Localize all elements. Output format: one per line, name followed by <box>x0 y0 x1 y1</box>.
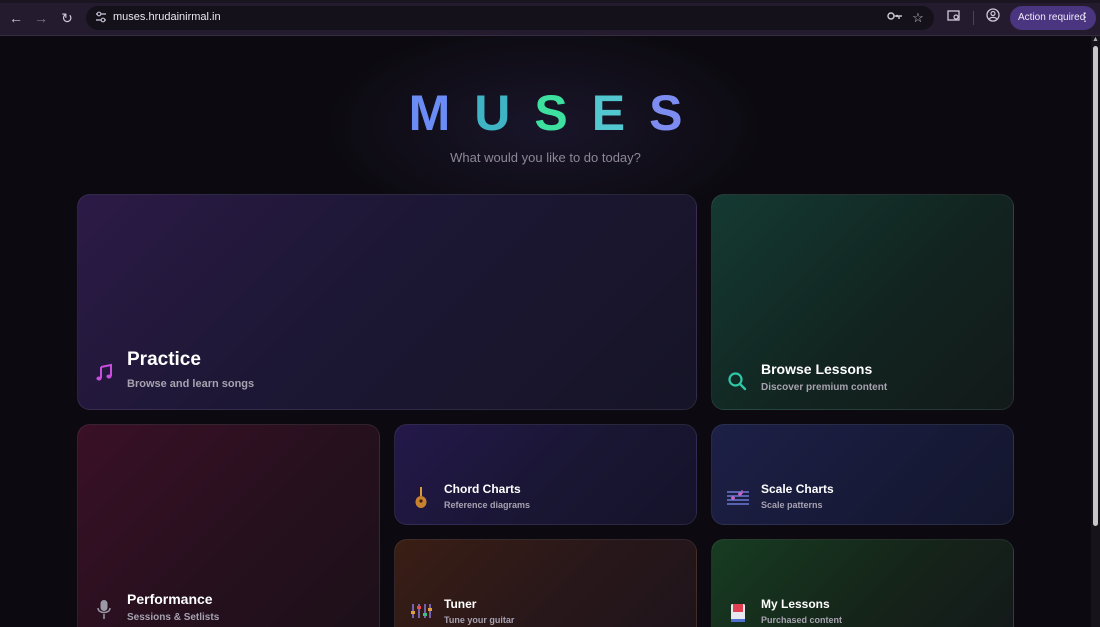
logo-letter: E <box>591 85 650 141</box>
page-subtitle: What would you like to do today? <box>450 150 641 165</box>
search-icon <box>727 371 747 391</box>
page-scrollbar[interactable]: ▲ <box>1091 36 1100 627</box>
browse-lessons-card[interactable]: Browse Lessons Discover premium content <box>711 194 1014 410</box>
tune-icon[interactable] <box>93 10 109 26</box>
card-description: Sessions & Setlists <box>127 612 220 623</box>
chord-charts-card[interactable]: Chord Charts Reference diagrams <box>394 424 697 525</box>
star-icon[interactable]: ☆ <box>909 9 927 27</box>
card-description: Scale patterns <box>761 500 823 510</box>
action-required-button[interactable]: Action required ⋮ <box>1010 6 1096 30</box>
tab-strip <box>0 0 1100 3</box>
kebab-menu-icon[interactable]: ⋮ <box>1079 10 1091 24</box>
card-title: Performance <box>127 591 213 607</box>
scale-charts-card[interactable]: Scale Charts Scale patterns <box>711 424 1014 525</box>
key-icon[interactable] <box>886 9 904 27</box>
card-description: Purchased content <box>761 615 843 625</box>
scroll-up-icon[interactable]: ▲ <box>1092 36 1099 43</box>
card-title: Tuner <box>444 597 477 611</box>
muses-logo: MUSES <box>0 84 1091 142</box>
scrollbar-thumb[interactable] <box>1093 46 1098 526</box>
card-description: Discover premium content <box>761 382 888 393</box>
url-text[interactable]: muses.hrudainirmal.in <box>113 11 221 23</box>
logo-letter: S <box>534 85 592 141</box>
logo-letter: M <box>408 85 475 141</box>
action-required-label: Action required <box>1018 12 1086 23</box>
address-bar[interactable]: muses.hrudainirmal.in ☆ <box>86 6 934 30</box>
tab-search-icon[interactable] <box>944 8 964 28</box>
card-title: Practice <box>127 349 201 370</box>
my-lessons-card[interactable]: My Lessons Purchased content <box>711 539 1014 627</box>
music-note-icon <box>94 363 114 383</box>
level-sliders-icon <box>410 602 432 620</box>
card-title: Scale Charts <box>761 482 834 496</box>
card-title: Browse Lessons <box>761 361 873 377</box>
card-description: Browse and learn songs <box>127 378 255 390</box>
tuner-card[interactable]: Tuner Tune your guitar <box>394 539 697 627</box>
profile-icon[interactable] <box>983 8 1003 28</box>
arrow-left-icon[interactable]: ← <box>6 8 26 28</box>
card-title: Chord Charts <box>444 482 521 496</box>
logo-letter: S <box>649 85 707 141</box>
book-icon <box>730 603 746 623</box>
practice-card[interactable]: Practice Browse and learn songs <box>77 194 697 410</box>
reload-icon[interactable]: ↻ <box>57 8 77 28</box>
browser-toolbar: ← → ↻ muses.hrudainirmal.in ☆ Action req… <box>0 0 1100 36</box>
logo-letter: U <box>474 85 535 141</box>
arrow-right-icon[interactable]: → <box>31 8 51 28</box>
staff-notes-icon <box>727 489 749 505</box>
microphone-icon <box>96 599 112 621</box>
card-description: Reference diagrams <box>444 500 531 510</box>
performance-card[interactable]: Performance Sessions & Setlists <box>77 424 380 627</box>
toolbar-divider <box>973 11 974 25</box>
guitar-icon <box>413 487 429 509</box>
page-content: MUSES What would you like to do today? P… <box>0 36 1091 627</box>
card-description: Tune your guitar <box>444 615 515 625</box>
card-title: My Lessons <box>761 597 830 611</box>
